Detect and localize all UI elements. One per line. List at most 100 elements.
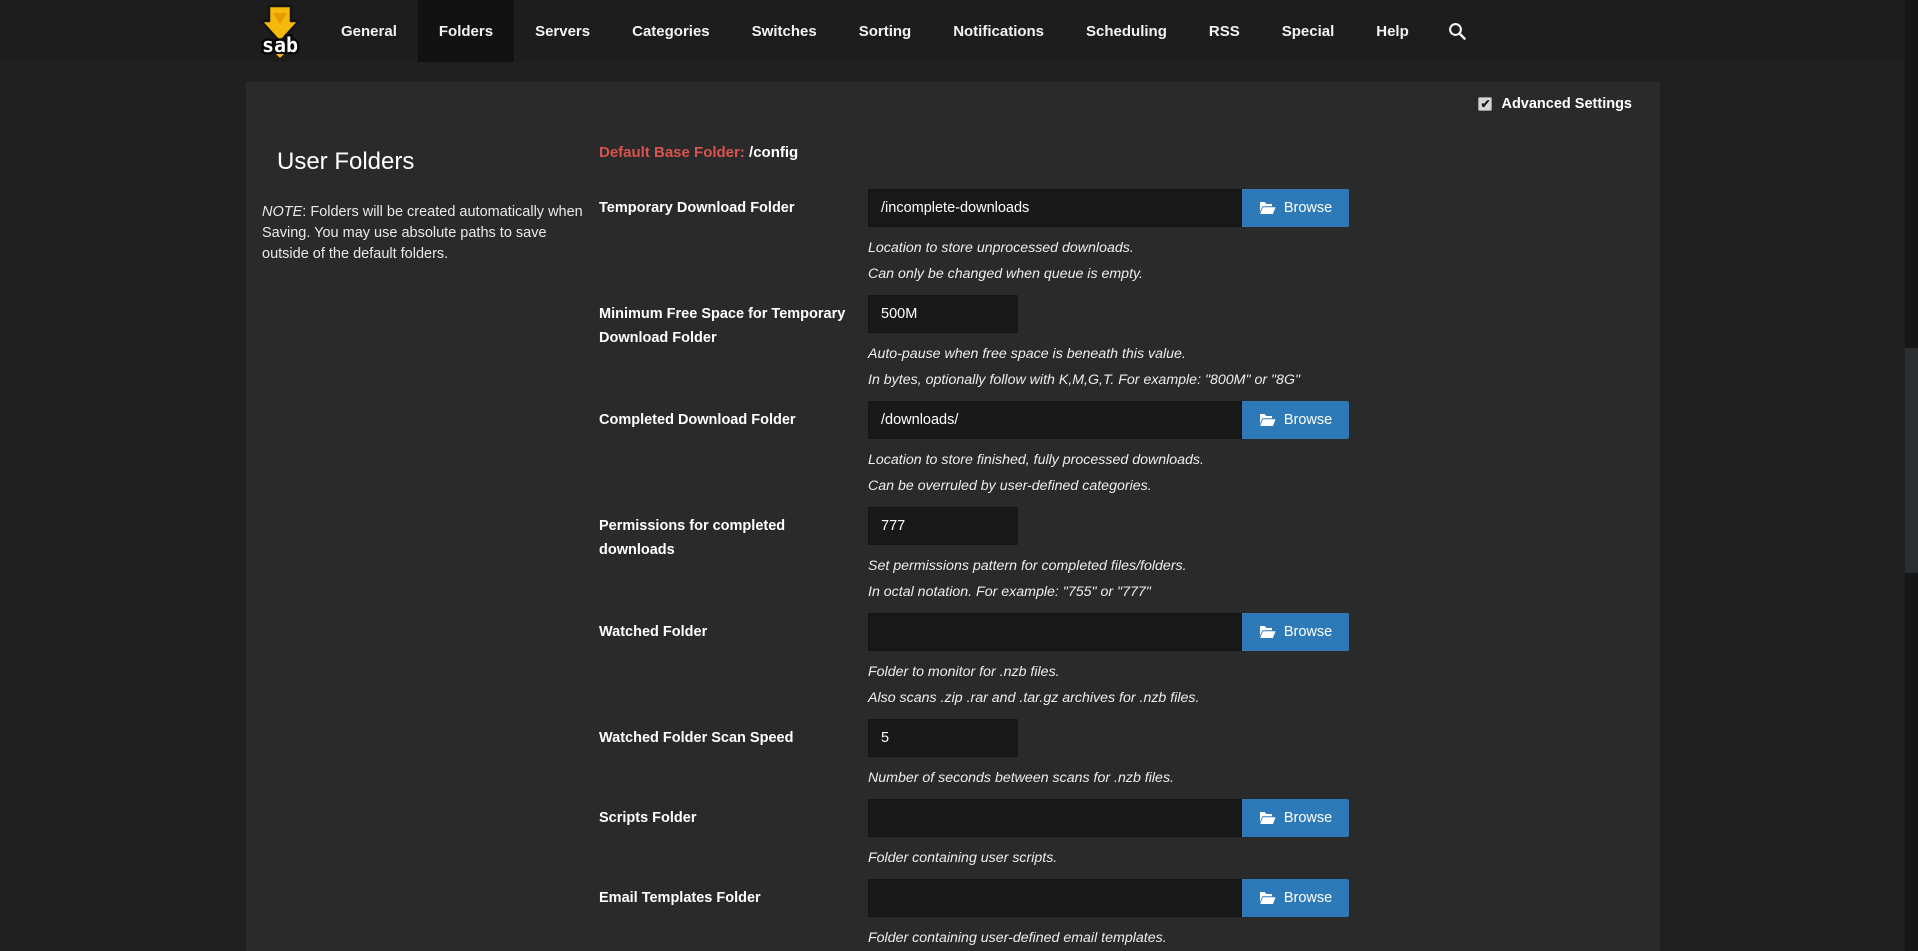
search-icon (1448, 22, 1467, 41)
folder-input[interactable] (868, 799, 1242, 837)
top-navbar: sab General Folders Servers Categories S… (0, 0, 1918, 62)
help-line: Folder to monitor for .nzb files. (868, 659, 1599, 685)
field-area: Number of seconds between scans for .nzb… (868, 719, 1599, 791)
default-base-folder: Default Base Folder: /config (599, 144, 1599, 161)
advanced-settings-label: Advanced Settings (1501, 96, 1632, 112)
help-line: Folder containing user scripts. (868, 845, 1599, 871)
folder-open-icon (1259, 413, 1276, 427)
nav-item-sorting[interactable]: Sorting (838, 0, 933, 62)
folder-open-icon (1259, 891, 1276, 905)
form-row: Completed Download Folder Browse Locatio… (599, 401, 1599, 499)
nav-item-switches[interactable]: Switches (731, 0, 838, 62)
help-line: Can be overruled by user-defined categor… (868, 473, 1599, 499)
field-label: Minimum Free Space for Temporary Downloa… (599, 295, 868, 393)
field-help: Folder to monitor for .nzb files.Also sc… (868, 659, 1599, 711)
input-group (868, 295, 1599, 333)
help-line: In bytes, optionally follow with K,M,G,T… (868, 367, 1599, 393)
browse-button[interactable]: Browse (1242, 613, 1349, 651)
field-area: Auto-pause when free space is beneath th… (868, 295, 1599, 393)
input-group: Browse (868, 401, 1599, 439)
browse-button[interactable]: Browse (1242, 879, 1349, 917)
nav-item-scheduling[interactable]: Scheduling (1065, 0, 1188, 62)
help-line: Can only be changed when queue is empty. (868, 261, 1599, 287)
help-line: Location to store unprocessed downloads. (868, 235, 1599, 261)
form-row: Temporary Download Folder Browse Locatio… (599, 189, 1599, 287)
field-area: Browse Folder containing user-defined em… (868, 879, 1599, 951)
field-label: Completed Download Folder (599, 401, 868, 499)
advanced-settings-checkbox[interactable]: ✔ (1478, 97, 1492, 111)
folders-form: Default Base Folder: /config Temporary D… (599, 144, 1599, 951)
form-row: Watched Folder Browse Folder to monitor … (599, 613, 1599, 711)
input-group: Browse (868, 613, 1599, 651)
folder-input[interactable] (868, 295, 1018, 333)
field-area: Browse Location to store finished, fully… (868, 401, 1599, 499)
field-help: Auto-pause when free space is beneath th… (868, 341, 1599, 393)
note-text: NOTE: Folders will be created automatica… (262, 202, 596, 265)
field-help: Location to store finished, fully proces… (868, 447, 1599, 499)
nav-item-special[interactable]: Special (1261, 0, 1356, 62)
field-label: Scripts Folder (599, 799, 868, 871)
nav-item-servers[interactable]: Servers (514, 0, 611, 62)
field-label: Email Templates Folder (599, 879, 868, 951)
field-help: Location to store unprocessed downloads.… (868, 235, 1599, 287)
field-help: Folder containing user-defined email tem… (868, 925, 1599, 951)
form-row: Scripts Folder Browse Folder containing … (599, 799, 1599, 871)
input-group: Browse (868, 879, 1599, 917)
nav-item-help[interactable]: Help (1355, 0, 1430, 62)
nav-item-rss[interactable]: RSS (1188, 0, 1261, 62)
form-rows: Temporary Download Folder Browse Locatio… (599, 189, 1599, 951)
browse-button[interactable]: Browse (1242, 401, 1349, 439)
scrollbar-thumb[interactable] (1905, 348, 1918, 573)
help-line: Auto-pause when free space is beneath th… (868, 341, 1599, 367)
field-area: Browse Folder containing user scripts. (868, 799, 1599, 871)
nav-items: General Folders Servers Categories Switc… (320, 0, 1430, 62)
folder-open-icon (1259, 811, 1276, 825)
config-panel: ✔ Advanced Settings User Folders NOTE: F… (246, 82, 1660, 951)
field-label: Permissions for completed downloads (599, 507, 868, 605)
browse-button[interactable]: Browse (1242, 189, 1349, 227)
form-row: Permissions for completed downloads Set … (599, 507, 1599, 605)
page-title: User Folders (277, 148, 596, 176)
svg-text:sab: sab (262, 33, 298, 57)
folder-input[interactable] (868, 507, 1018, 545)
default-base-folder-value: /config (749, 144, 798, 161)
form-row: Watched Folder Scan Speed Number of seco… (599, 719, 1599, 791)
browse-button-label: Browse (1284, 412, 1332, 428)
browse-button-label: Browse (1284, 200, 1332, 216)
input-group (868, 507, 1599, 545)
folder-input[interactable] (868, 189, 1242, 227)
sabnzbd-logo[interactable]: sab (252, 4, 308, 58)
input-group (868, 719, 1599, 757)
nav-item-general[interactable]: General (320, 0, 418, 62)
form-row: Email Templates Folder Browse Folder con… (599, 879, 1599, 951)
help-line: Set permissions pattern for completed fi… (868, 553, 1599, 579)
scrollbar-track[interactable] (1905, 0, 1918, 951)
folder-input[interactable] (868, 401, 1242, 439)
browse-button-label: Browse (1284, 890, 1332, 906)
nav-item-folders[interactable]: Folders (418, 0, 514, 62)
help-line: Folder containing user-defined email tem… (868, 925, 1599, 951)
field-label: Watched Folder Scan Speed (599, 719, 868, 791)
left-column: User Folders NOTE: Folders will be creat… (262, 148, 596, 265)
field-area: Browse Location to store unprocessed dow… (868, 189, 1599, 287)
field-help: Folder containing user scripts. (868, 845, 1599, 871)
nav-item-categories[interactable]: Categories (611, 0, 731, 62)
folder-open-icon (1259, 625, 1276, 639)
field-label: Watched Folder (599, 613, 868, 711)
browse-button-label: Browse (1284, 810, 1332, 826)
help-line: Number of seconds between scans for .nzb… (868, 765, 1599, 791)
help-line: Location to store finished, fully proces… (868, 447, 1599, 473)
help-line: Also scans .zip .rar and .tar.gz archive… (868, 685, 1599, 711)
field-help: Number of seconds between scans for .nzb… (868, 765, 1599, 791)
nav-search[interactable] (1430, 22, 1485, 41)
browse-button-label: Browse (1284, 624, 1332, 640)
nav-item-notifications[interactable]: Notifications (932, 0, 1065, 62)
folder-open-icon (1259, 201, 1276, 215)
input-group: Browse (868, 189, 1599, 227)
folder-input[interactable] (868, 879, 1242, 917)
folder-input[interactable] (868, 613, 1242, 651)
advanced-settings-toggle[interactable]: ✔ Advanced Settings (1478, 96, 1632, 112)
folder-input[interactable] (868, 719, 1018, 757)
field-area: Browse Folder to monitor for .nzb files.… (868, 613, 1599, 711)
browse-button[interactable]: Browse (1242, 799, 1349, 837)
